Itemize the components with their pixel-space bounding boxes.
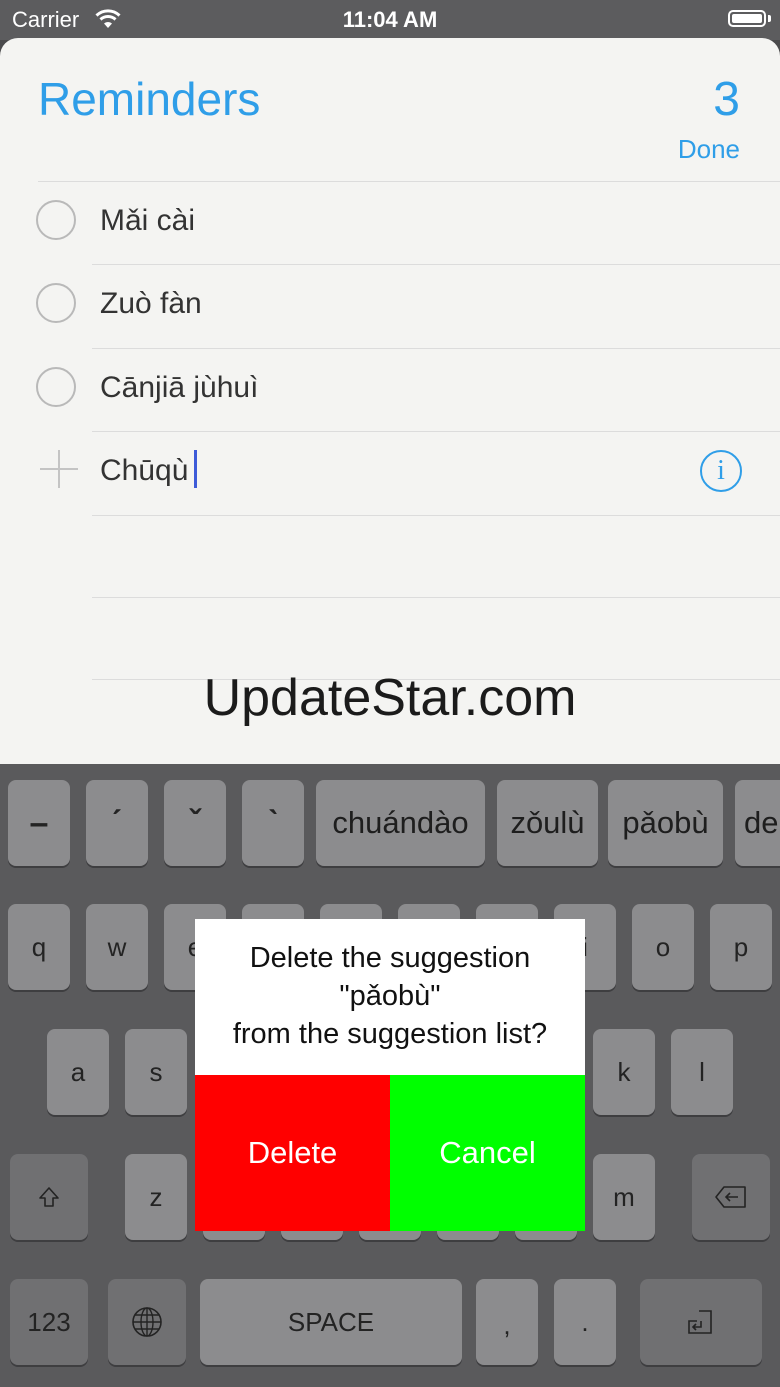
key-m[interactable]: m: [593, 1154, 655, 1240]
suggestion-de[interactable]: de: [735, 780, 780, 866]
dialog-line-3: from the suggestion list?: [232, 1018, 548, 1050]
return-key[interactable]: [640, 1279, 762, 1365]
row-divider: [92, 597, 780, 598]
completion-circle-icon[interactable]: [36, 200, 76, 240]
reminder-row[interactable]: Zuò fàn: [0, 265, 780, 347]
comma-key[interactable]: ,: [476, 1279, 538, 1365]
status-time: 11:04 AM: [342, 7, 438, 32]
globe-icon: [132, 1307, 162, 1337]
suggestion-zoulu[interactable]: zǒulù: [497, 780, 598, 866]
key-q[interactable]: q: [8, 904, 70, 990]
row-divider: [92, 515, 780, 516]
dialog-message: Delete the suggestion "pǎobù" from the s…: [195, 939, 585, 1053]
reminder-row[interactable]: Cānjiā jùhuì: [0, 349, 780, 431]
key-k[interactable]: k: [593, 1029, 655, 1115]
reminder-row[interactable]: Mǎi cài: [0, 182, 780, 264]
completion-circle-icon[interactable]: [36, 367, 76, 407]
watermark-text: UpdateStar.com: [203, 669, 577, 727]
key-z[interactable]: z: [125, 1154, 187, 1240]
space-key[interactable]: SPACE: [200, 1279, 462, 1365]
suggestion-chuandao[interactable]: chuándào: [316, 780, 485, 866]
tone-key-2[interactable]: ˊ: [86, 780, 148, 866]
reminder-text[interactable]: Zuò fàn: [100, 287, 202, 321]
key-p[interactable]: p: [710, 904, 772, 990]
key-w[interactable]: w: [86, 904, 148, 990]
completion-circle-icon[interactable]: [36, 283, 76, 323]
reminders-sheet: Reminders 3 Done Mǎi cài Zuò fàn Cānjiā …: [0, 38, 780, 764]
list-title: Reminders: [38, 73, 261, 125]
key-l[interactable]: l: [671, 1029, 733, 1115]
dialog-line-2: "pǎobù": [339, 980, 441, 1012]
plus-icon: [40, 450, 78, 488]
shift-icon: [39, 1187, 59, 1207]
key-s[interactable]: s: [125, 1029, 187, 1115]
backspace-key[interactable]: [692, 1154, 770, 1240]
cancel-button[interactable]: Cancel: [390, 1075, 585, 1231]
status-bar: Carrier 11:04 AM: [0, 0, 780, 40]
suggestion-paobu[interactable]: pǎobù: [608, 780, 723, 866]
new-reminder-row[interactable]: Chūqù i: [0, 432, 780, 514]
backspace-icon: [715, 1186, 746, 1208]
tone-key-3[interactable]: ˇ: [164, 780, 226, 866]
return-icon: [688, 1310, 712, 1334]
reminder-text[interactable]: Cānjiā jùhuì: [100, 371, 258, 405]
delete-suggestion-dialog: Delete the suggestion "pǎobù" from the s…: [195, 919, 585, 1231]
reminder-text[interactable]: Mǎi cài: [100, 204, 195, 238]
battery-icon: [728, 10, 766, 27]
key-a[interactable]: a: [47, 1029, 109, 1115]
done-button[interactable]: Done: [678, 134, 740, 165]
delete-button[interactable]: Delete: [195, 1075, 390, 1231]
key-o[interactable]: o: [632, 904, 694, 990]
new-reminder-input[interactable]: Chūqù: [100, 450, 198, 489]
shift-key[interactable]: [10, 1154, 88, 1240]
tone-key-1[interactable]: –: [8, 780, 70, 866]
period-key[interactable]: .: [554, 1279, 616, 1365]
dialog-line-1: Delete the suggestion: [249, 942, 531, 974]
numbers-key[interactable]: 123: [10, 1279, 88, 1365]
text-cursor: [194, 450, 198, 489]
info-icon[interactable]: i: [700, 450, 742, 492]
globe-key[interactable]: [108, 1279, 186, 1365]
battery-tip-icon: [768, 15, 771, 22]
tone-key-4[interactable]: ˋ: [242, 780, 304, 866]
reminder-count: 3: [713, 73, 740, 126]
new-reminder-value: Chūqù: [100, 454, 189, 487]
